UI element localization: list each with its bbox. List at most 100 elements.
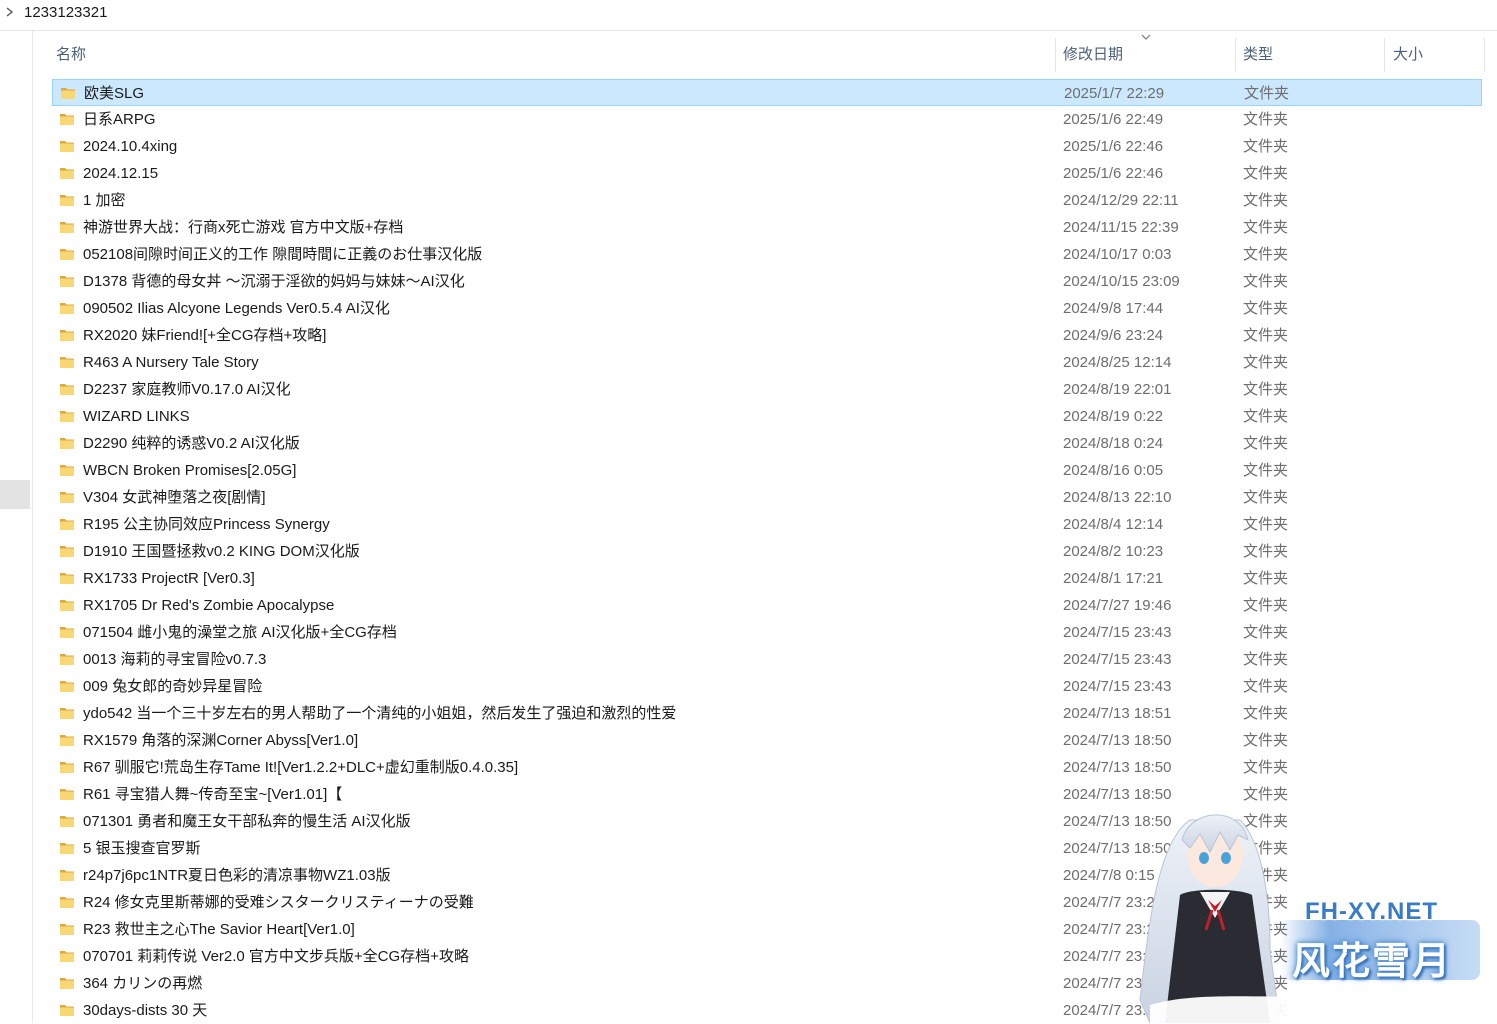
file-name[interactable]: 神游世界大战：行商x死亡游戏 官方中文版+存档 xyxy=(83,214,403,241)
file-type: 文件夹 xyxy=(1243,948,1289,965)
file-row[interactable]: 神游世界大战：行商x死亡游戏 官方中文版+存档 2024/11/15 22:39 文… xyxy=(52,214,1482,241)
file-row[interactable]: 日系ARPG 2025/1/6 22:49 文件夹 xyxy=(52,106,1482,133)
file-name[interactable]: 090502 Ilias Alcyone Legends Ver0.5.4 AI… xyxy=(83,295,390,322)
file-name[interactable]: 30days-dists 30 天 xyxy=(83,997,207,1024)
file-name[interactable]: 5 银玉搜查官罗斯 xyxy=(83,835,201,862)
file-row[interactable]: R463 A Nursery Tale Story 2024/8/25 12:14… xyxy=(52,349,1482,376)
file-name[interactable]: r24p7j6pc1NTR夏日色彩的清凉事物WZ1.03版 xyxy=(83,862,391,889)
folder-icon xyxy=(60,303,74,314)
file-name[interactable]: D2237 家庭教师V0.17.0 AI汉化 xyxy=(83,376,291,403)
breadcrumb[interactable]: 1233123321 xyxy=(24,4,107,21)
file-row[interactable]: 5 银玉搜查官罗斯 2024/7/13 18:50 文件夹 xyxy=(52,835,1482,862)
file-name[interactable]: 071504 雌小鬼的澡堂之旅 AI汉化版+全CG存档 xyxy=(83,619,397,646)
file-row[interactable]: R67 驯服它!荒岛生存Tame It![Ver1.2.2+DLC+虚幻重制版0… xyxy=(52,754,1482,781)
file-name[interactable]: 070701 莉莉传说 Ver2.0 官方中文步兵版+全CG存档+攻略 xyxy=(83,943,469,970)
file-name[interactable]: 2024.10.4xing xyxy=(83,133,177,160)
file-row[interactable]: D2237 家庭教师V0.17.0 AI汉化 2024/8/19 22:01 文件夹 xyxy=(52,376,1482,403)
file-name[interactable]: D1910 王国暨拯救v0.2 KING DOM汉化版 xyxy=(83,538,360,565)
file-row[interactable]: 052108间隙时间正义的工作 隙間時間に正義のお仕事汉化版 2024/10/17… xyxy=(52,241,1482,268)
folder-icon xyxy=(60,465,74,476)
column-divider[interactable] xyxy=(1055,38,1056,72)
column-header-size[interactable]: 大小 xyxy=(1389,38,1484,72)
address-bar[interactable]: 1233123321 xyxy=(0,0,1497,31)
file-type: 文件夹 xyxy=(1243,786,1289,803)
file-name[interactable]: WIZARD LINKS xyxy=(83,403,190,430)
file-name[interactable]: 欧美SLG xyxy=(84,80,144,107)
file-row[interactable]: RX1733 ProjectR [Ver0.3] 2024/8/1 17:21 文件… xyxy=(52,565,1482,592)
file-modified-date: 2024/8/25 12:14 xyxy=(1063,354,1172,371)
column-header-modified[interactable]: 修改日期 xyxy=(1059,38,1235,72)
file-row[interactable]: 0013 海莉的寻宝冒险v0.7.3 2024/7/15 23:43 文件夹 xyxy=(52,646,1482,673)
file-name[interactable]: 1 加密 xyxy=(83,187,126,214)
file-row[interactable]: D2290 纯粹的诱惑V0.2 AI汉化版 2024/8/18 0:24 文件夹 xyxy=(52,430,1482,457)
file-modified-date: 2024/7/13 18:51 xyxy=(1063,705,1172,722)
column-divider[interactable] xyxy=(1484,38,1485,72)
file-row[interactable]: 090502 Ilias Alcyone Legends Ver0.5.4 AI… xyxy=(52,295,1482,322)
file-row[interactable]: 欧美SLG 2025/1/7 22:29 文件夹 xyxy=(52,79,1482,106)
file-type: 文件夹 xyxy=(1243,1002,1289,1019)
file-name[interactable]: 071301 勇者和魔王女干部私奔的慢生活 AI汉化版 xyxy=(83,808,411,835)
column-divider[interactable] xyxy=(1235,38,1236,72)
file-row[interactable]: 071504 雌小鬼的澡堂之旅 AI汉化版+全CG存档 2024/7/15 23:… xyxy=(52,619,1482,646)
file-type: 文件夹 xyxy=(1243,759,1289,776)
file-row[interactable]: R61 寻宝猎人舞~传奇至宝~[Ver1.01]【 2024/7/13 18:50… xyxy=(52,781,1482,808)
file-row[interactable]: 070701 莉莉传说 Ver2.0 官方中文步兵版+全CG存档+攻略 2024/… xyxy=(52,943,1482,970)
file-row[interactable]: ydo542 当一个三十岁左右的男人帮助了一个清纯的小姐姐，然后发生了强迫和激烈… xyxy=(52,700,1482,727)
file-row[interactable]: 30days-dists 30 天 2024/7/7 23:18 文件夹 xyxy=(52,997,1482,1024)
file-modified-date: 2024/8/4 12:14 xyxy=(1063,516,1164,533)
file-modified-date: 2024/8/1 17:21 xyxy=(1063,570,1164,587)
file-name[interactable]: V304 女武神堕落之夜[剧情] xyxy=(83,484,266,511)
file-row[interactable]: 1 加密 2024/12/29 22:11 文件夹 xyxy=(52,187,1482,214)
file-name[interactable]: RX1579 角落的深渊Corner Abyss[Ver1.0] xyxy=(83,727,358,754)
column-header-type[interactable]: 类型 xyxy=(1239,38,1384,72)
file-name[interactable]: RX1733 ProjectR [Ver0.3] xyxy=(83,565,255,592)
folder-icon xyxy=(60,870,74,881)
file-modified-date: 2024/12/29 22:11 xyxy=(1063,192,1179,209)
file-name[interactable]: 009 兔女郎的奇妙异星冒险 xyxy=(83,673,262,700)
file-name[interactable]: 2024.12.15 xyxy=(83,160,158,187)
column-divider[interactable] xyxy=(1384,38,1385,72)
column-header-name[interactable]: 名称 xyxy=(52,38,1055,72)
file-row[interactable]: D1378 背德的母女丼 ～沉溺于淫欲的妈妈与妹妹～AI汉化 2024/10/15… xyxy=(52,268,1482,295)
folder-icon xyxy=(60,654,74,665)
file-row[interactable]: r24p7j6pc1NTR夏日色彩的清凉事物WZ1.03版 2024/7/8 0:… xyxy=(52,862,1482,889)
file-name[interactable]: R67 驯服它!荒岛生存Tame It![Ver1.2.2+DLC+虚幻重制版0… xyxy=(83,754,518,781)
file-name[interactable]: R23 救世主之心The Savior Heart[Ver1.0] xyxy=(83,916,355,943)
file-type: 文件夹 xyxy=(1243,867,1289,884)
file-name[interactable]: D1378 背德的母女丼 ～沉溺于淫欲的妈妈与妹妹～AI汉化 xyxy=(83,268,465,295)
file-row[interactable]: 071301 勇者和魔王女干部私奔的慢生活 AI汉化版 2024/7/13 18:… xyxy=(52,808,1482,835)
file-name[interactable]: ydo542 当一个三十岁左右的男人帮助了一个清纯的小姐姐，然后发生了强迫和激烈… xyxy=(83,700,676,727)
file-name[interactable]: R61 寻宝猎人舞~传奇至宝~[Ver1.01]【 xyxy=(83,781,342,808)
file-name[interactable]: WBCN Broken Promises[2.05G] xyxy=(83,457,296,484)
file-row[interactable]: RX1705 Dr Red's Zombie Apocalypse 2024/7/… xyxy=(52,592,1482,619)
file-name[interactable]: RX1705 Dr Red's Zombie Apocalypse xyxy=(83,592,334,619)
chevron-right-icon[interactable] xyxy=(4,5,16,19)
folder-icon xyxy=(60,222,74,233)
file-row[interactable]: V304 女武神堕落之夜[剧情] 2024/8/13 22:10 文件夹 xyxy=(52,484,1482,511)
file-name[interactable]: 0013 海莉的寻宝冒险v0.7.3 xyxy=(83,646,266,673)
nav-pane-divider[interactable] xyxy=(32,31,33,1023)
file-row[interactable]: RX1579 角落的深渊Corner Abyss[Ver1.0] 2024/7/1… xyxy=(52,727,1482,754)
file-row[interactable]: 2024.12.15 2025/1/6 22:46 文件夹 xyxy=(52,160,1482,187)
folder-icon xyxy=(60,330,74,341)
file-row[interactable]: 364 カリンの再燃 2024/7/7 23:18 文件夹 xyxy=(52,970,1482,997)
file-row[interactable]: D1910 王国暨拯救v0.2 KING DOM汉化版 2024/8/2 10:2… xyxy=(52,538,1482,565)
file-row[interactable]: WIZARD LINKS 2024/8/19 0:22 文件夹 xyxy=(52,403,1482,430)
file-row[interactable]: WBCN Broken Promises[2.05G] 2024/8/16 0:0… xyxy=(52,457,1482,484)
file-name[interactable]: RX2020 妹Friend![+全CG存档+攻略] xyxy=(83,322,326,349)
folder-icon xyxy=(60,276,74,287)
file-name[interactable]: 日系ARPG xyxy=(83,106,156,133)
file-name[interactable]: 052108间隙时间正义的工作 隙間時間に正義のお仕事汉化版 xyxy=(83,241,482,268)
file-name[interactable]: D2290 纯粹的诱惑V0.2 AI汉化版 xyxy=(83,430,300,457)
file-name[interactable]: R24 修女克里斯蒂娜的受难シスタークリスティーナの受難 xyxy=(83,889,474,916)
file-modified-date: 2025/1/6 22:46 xyxy=(1063,165,1164,182)
file-row[interactable]: R23 救世主之心The Savior Heart[Ver1.0] 2024/7/… xyxy=(52,916,1482,943)
file-name[interactable]: 364 カリンの再燃 xyxy=(83,970,202,997)
file-row[interactable]: R24 修女克里斯蒂娜的受难シスタークリスティーナの受難 2024/7/7 23:… xyxy=(52,889,1482,916)
file-name[interactable]: R195 公主协同效应Princess Synergy xyxy=(83,511,330,538)
file-row[interactable]: 2024.10.4xing 2025/1/6 22:46 文件夹 xyxy=(52,133,1482,160)
file-row[interactable]: R195 公主协同效应Princess Synergy 2024/8/4 12:1… xyxy=(52,511,1482,538)
file-row[interactable]: RX2020 妹Friend![+全CG存档+攻略] 2024/9/6 23:24… xyxy=(52,322,1482,349)
file-name[interactable]: R463 A Nursery Tale Story xyxy=(83,349,259,376)
file-row[interactable]: 009 兔女郎的奇妙异星冒险 2024/7/15 23:43 文件夹 xyxy=(52,673,1482,700)
